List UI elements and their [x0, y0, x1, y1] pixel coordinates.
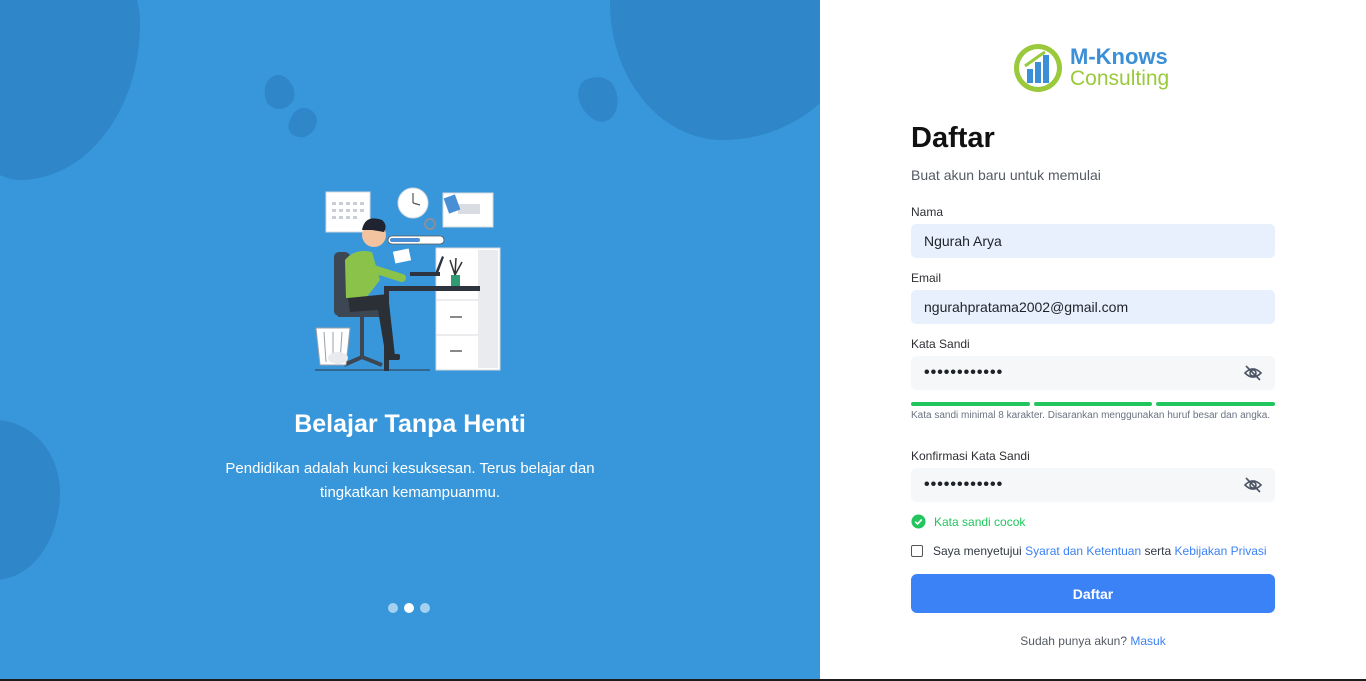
carousel-dot[interactable]: [388, 603, 398, 613]
brand-name-line2: Consulting: [1070, 67, 1170, 90]
carousel-dot-active[interactable]: [404, 603, 414, 613]
form-subtitle: Buat akun baru untuk memulai: [911, 167, 1101, 183]
confirm-password-label: Konfirmasi Kata Sandi: [911, 449, 1030, 463]
decor-blob: [0, 0, 140, 180]
brand-logo: M-Knows Consulting: [1012, 42, 1169, 94]
password-value: ••••••••••••: [924, 364, 1004, 381]
password-match-text: Kata sandi cocok: [934, 514, 1026, 529]
decor-drop: [284, 103, 322, 143]
strength-bar: [911, 402, 1030, 406]
decor-blob: [0, 420, 60, 580]
email-label: Email: [911, 271, 942, 285]
password-match-status: Kata sandi cocok: [911, 514, 1025, 529]
email-input[interactable]: ngurahpratama2002@gmail.com: [911, 290, 1275, 324]
hero-subtitle: Pendidikan adalah kunci kesuksesan. Teru…: [225, 460, 595, 501]
carousel-dots: [388, 603, 430, 613]
brand-name: M-Knows Consulting: [1070, 46, 1169, 90]
terms-link[interactable]: Syarat dan Ketentuan: [1025, 544, 1141, 558]
register-button[interactable]: Daftar: [911, 574, 1275, 613]
password-hint: Kata sandi minimal 8 karakter. Disaranka…: [911, 410, 1271, 421]
password-strength-meter: [911, 402, 1276, 406]
name-input[interactable]: Ngurah Arya: [911, 224, 1275, 258]
eye-off-icon[interactable]: [1243, 363, 1263, 383]
confirm-password-value: ••••••••••••: [924, 476, 1004, 493]
name-label: Nama: [911, 205, 944, 219]
login-prompt: Sudah punya akun? Masuk: [820, 634, 1366, 648]
login-prompt-text: Sudah punya akun?: [1020, 634, 1128, 648]
password-label: Kata Sandi: [911, 337, 970, 351]
agree-prefix: Saya menyetujui: [933, 544, 1022, 558]
strength-bar: [1033, 402, 1153, 406]
logo-mark-icon: [1014, 44, 1062, 92]
hero-panel: Belajar Tanpa Henti Pendidikan adalah ku…: [0, 0, 820, 681]
confirm-password-input[interactable]: ••••••••••••: [911, 468, 1275, 502]
password-input[interactable]: ••••••••••••: [911, 356, 1275, 390]
carousel-dot[interactable]: [420, 603, 430, 613]
form-title: Daftar: [911, 122, 995, 154]
terms-checkbox[interactable]: [911, 545, 923, 557]
hero-title: Belajar Tanpa Henti: [294, 410, 526, 438]
brand-name-line1: M-Knows: [1070, 44, 1168, 69]
privacy-link[interactable]: Kebijakan Privasi: [1175, 544, 1267, 558]
decor-drop: [572, 70, 626, 128]
decor-blob: [610, 0, 820, 140]
study-illustration: [315, 187, 501, 371]
eye-off-icon[interactable]: [1243, 475, 1263, 495]
terms-agreement: Saya menyetujui Syarat dan Ketentuan ser…: [911, 544, 1267, 558]
agree-middle: serta: [1144, 544, 1172, 558]
decor-drop: [259, 70, 299, 114]
check-circle-icon: [911, 514, 926, 529]
register-panel: M-Knows Consulting Daftar Buat akun baru…: [820, 0, 1366, 681]
strength-bar: [1156, 402, 1276, 406]
login-link[interactable]: Masuk: [1130, 634, 1165, 648]
